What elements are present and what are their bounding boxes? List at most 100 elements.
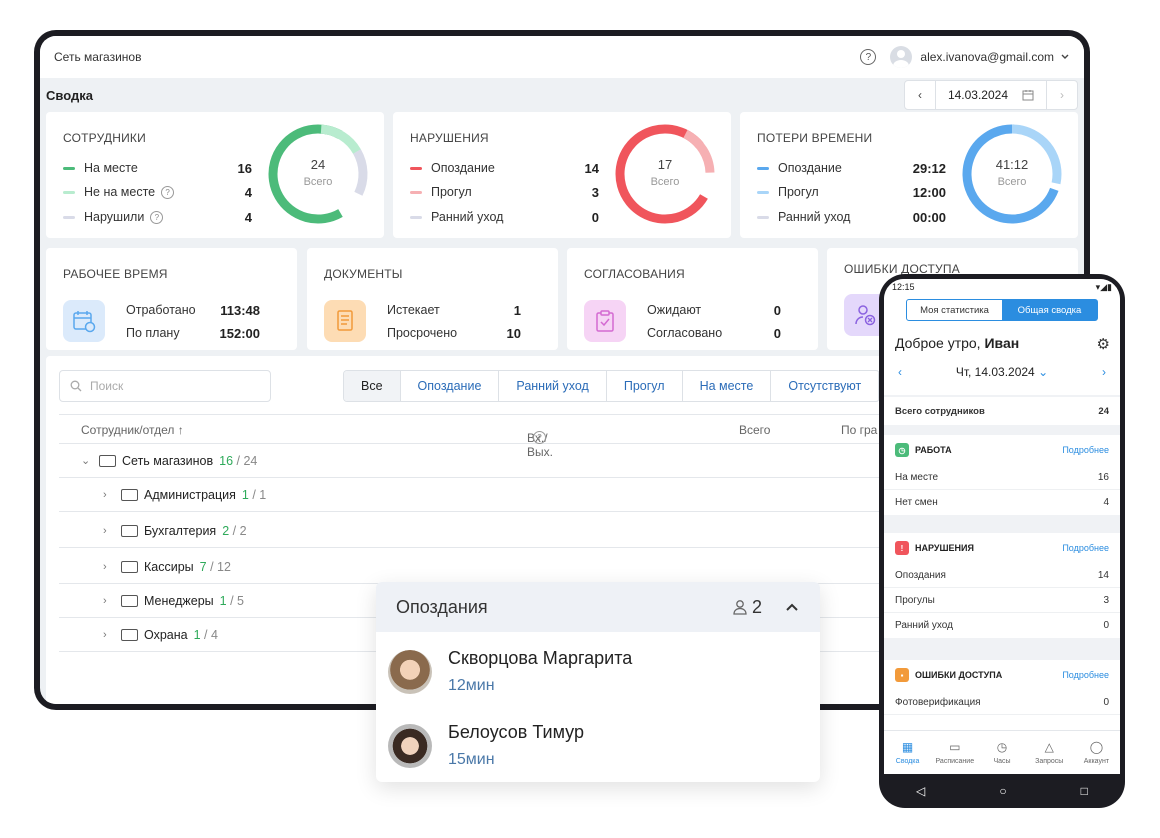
next-date-button[interactable]: › [1047,88,1077,102]
list-item[interactable]: На месте 16 [884,465,1120,490]
search-input[interactable]: Поиск [59,370,271,402]
stat-row: Нарушили? [63,210,164,224]
nav-label: Запросы [1035,758,1064,765]
bottom-navigation: ▦ Сводка ▭ Расписание ◷ Часы △ Запросы ◯ Акка… [884,730,1120,774]
nav-requests[interactable]: △ Запросы [1026,731,1073,774]
help-icon[interactable]: ? [161,185,175,199]
lock-icon: ▪ [895,668,909,682]
filter-all[interactable]: Все [344,371,401,401]
chevron-down-icon[interactable]: ⌄ [81,454,95,467]
stat-value: 12:00 [912,185,946,200]
folder-icon [121,628,138,641]
chevron-up-icon[interactable] [784,599,800,615]
nav-account[interactable]: ◯ Аккаунт [1073,731,1120,774]
help-icon[interactable]: ? [533,431,546,444]
list-item[interactable]: Прогулы 3 [884,588,1120,613]
tab-my-stats[interactable]: Моя статистика [907,300,1002,320]
home-icon[interactable]: ○ [999,784,1006,798]
stat-row: Опоздание [757,161,842,175]
timeloss-card[interactable]: ПОТЕРИ ВРЕМЕНИ Опоздание 29:12 Прогул 12… [740,112,1078,238]
list-item[interactable]: Фотоверификация 0 [884,690,1120,715]
card-title: ПОТЕРИ ВРЕМЕНИ [757,131,873,145]
user-avatar[interactable] [890,46,913,68]
prev-date-button[interactable]: ‹ [898,365,902,379]
legend-marker [63,166,75,170]
date-picker[interactable]: ‹ 14.03.2024 › [903,80,1078,110]
nav-hours[interactable]: ◷ Часы [978,731,1025,774]
list-item[interactable]: Опоздания 14 [884,563,1120,588]
bell-icon: △ [1044,740,1054,754]
folder-icon [99,454,116,467]
filter-absence[interactable]: Прогул [607,371,683,401]
prev-date-button[interactable]: ‹ [905,88,935,102]
donut-total: 17 [657,157,673,172]
present-count: 1 [193,627,201,642]
nav-label: Сводка [895,758,920,765]
legend-marker [410,215,422,219]
late-person-item[interactable]: Белоусов Тимур 15мин [388,722,584,769]
date-field[interactable]: 14.03.2024 [934,81,1047,109]
total-count: / 24 [236,453,258,468]
back-icon[interactable]: ◁ [916,784,925,798]
card-title: РАБОЧЕЕ ВРЕМЯ [63,267,168,281]
stat-label: Опоздание [778,161,842,175]
stat-value: 152:00 [219,326,260,341]
list-item[interactable]: Ранний уход 0 [884,613,1120,638]
stat-label: По плану [126,326,180,340]
item-value: 0 [1103,696,1109,708]
help-icon[interactable]: ? [150,210,164,224]
late-person-item[interactable]: Скворцова Маргарита 12мин [388,648,632,695]
gear-icon[interactable]: ⚙ [1097,335,1110,353]
stat-label: Прогул [431,185,472,199]
stat-value: 0 [773,303,781,318]
help-icon[interactable]: ? [860,49,877,65]
chevron-right-icon[interactable]: › [103,561,117,573]
next-date-button[interactable]: › [1102,365,1106,379]
chevron-right-icon[interactable]: › [103,629,117,641]
nav-schedule[interactable]: ▭ Расписание [931,731,978,774]
column-header-name[interactable]: Сотрудник/отдел ↑ [81,423,184,437]
mobile-date[interactable]: Чт, 14.03.2024 ⌄ [956,365,1048,379]
more-link[interactable]: Подробнее [1062,543,1109,553]
filter-present[interactable]: На месте [683,371,772,401]
card-title: НАРУШЕНИЯ [410,131,489,145]
search-placeholder: Поиск [90,379,124,393]
chevron-down-icon: ⌄ [1038,365,1049,379]
block-title: ОШИБКИ ДОСТУПА [915,670,1003,680]
legend-marker [63,190,75,194]
present-count: 7 [199,559,207,574]
work-block: ◷ РАБОТА Подробнее На месте 16 Нет смен 4 [884,435,1120,515]
stat-value: 113:48 [220,303,260,318]
nav-summary[interactable]: ▦ Сводка [884,731,931,774]
list-item[interactable]: Нет смен 4 [884,490,1120,515]
signal-battery-icon: ▾◢▮ [1095,281,1112,292]
employees-card[interactable]: СОТРУДНИКИ На месте 16 Не на месте? 4 На… [46,112,384,238]
filter-early-leave[interactable]: Ранний уход [499,371,607,401]
filter-absent[interactable]: Отсутствуют [771,371,880,401]
present-count: 1 [219,593,227,608]
app-name[interactable]: Сеть магазинов [54,50,860,64]
stat-value: 0 [773,326,781,341]
violations-card[interactable]: НАРУШЕНИЯ Опоздание 14 Прогул 3 Ранний у… [393,112,731,238]
recents-icon[interactable]: □ [1081,784,1088,798]
filter-late[interactable]: Опоздание [401,371,500,401]
late-popup: Опоздания 2 Скворцова Маргарита 12мин Бел… [376,582,820,782]
stat-label: Согласовано [647,326,723,340]
chevron-right-icon[interactable]: › [103,525,117,537]
more-link[interactable]: Подробнее [1062,670,1109,680]
late-time: 12мин [448,677,495,694]
more-link[interactable]: Подробнее [1062,445,1109,455]
user-email[interactable]: alex.ivanova@gmail.com [920,50,1054,64]
chevron-right-icon[interactable]: › [103,595,117,607]
approvals-card[interactable]: СОГЛАСОВАНИЯ Ожидают 0 Согласовано 0 [567,248,818,350]
worktime-card[interactable]: РАБОЧЕЕ ВРЕМЯ Отработано 113:48 По плану… [46,248,297,350]
stat-label: Истекает [387,303,440,317]
stat-label: Ранний уход [778,210,851,224]
item-value: 14 [1097,569,1109,581]
chevron-down-icon[interactable] [1060,52,1070,62]
chevron-right-icon[interactable]: › [103,489,117,501]
tab-overview[interactable]: Общая сводка [1002,300,1097,320]
stat-value: 14 [584,161,599,176]
documents-card[interactable]: ДОКУМЕНТЫ Истекает 1 Просрочено 10 [307,248,558,350]
stat-label: Ожидают [647,303,702,317]
